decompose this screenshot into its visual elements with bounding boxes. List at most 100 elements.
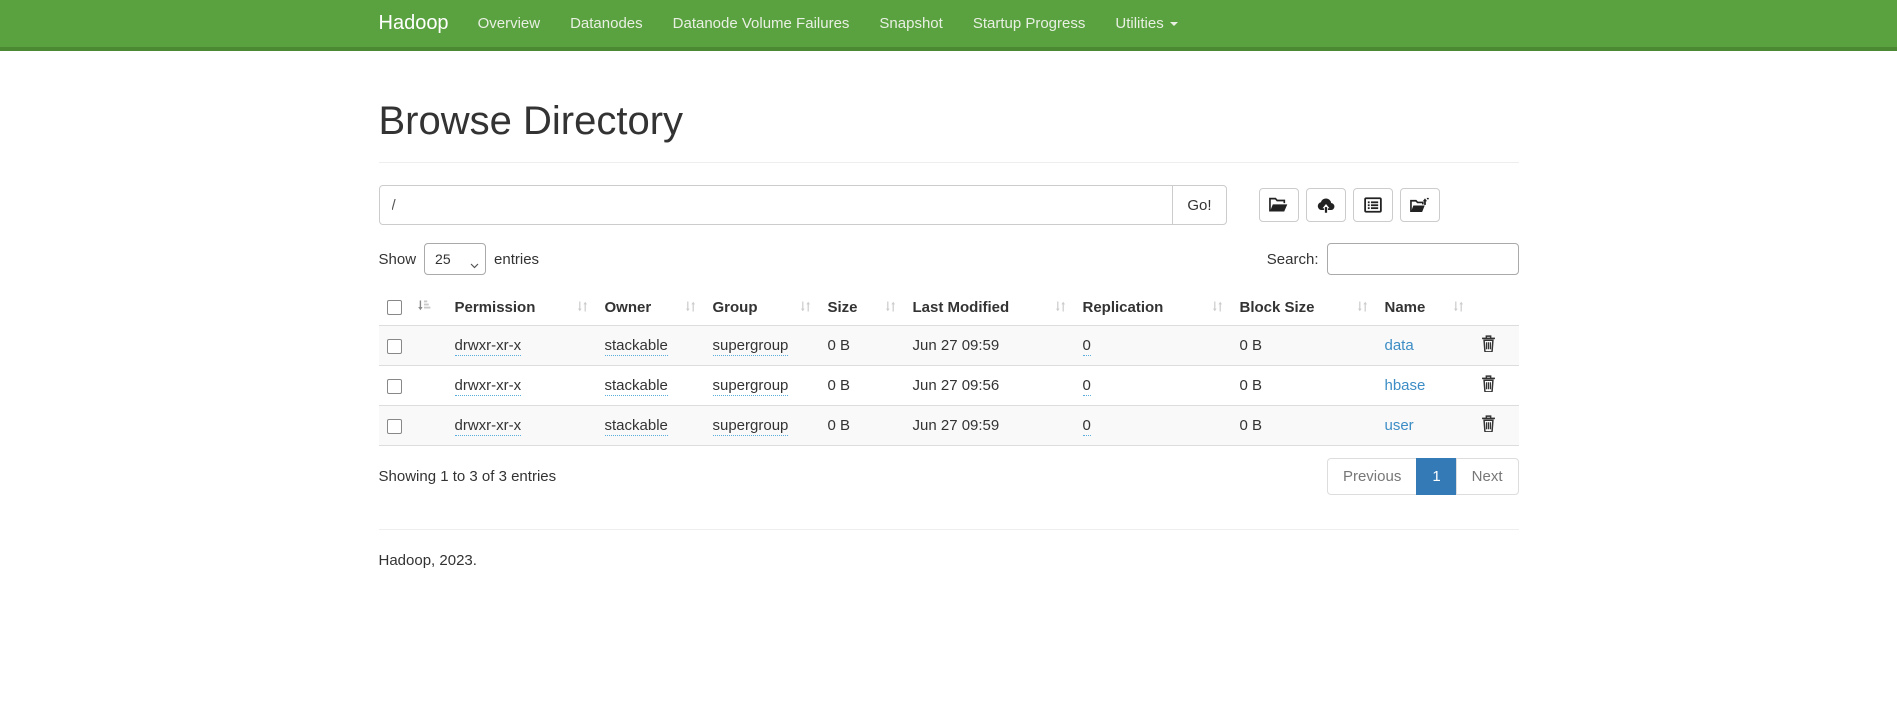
pagination: Previous 1 Next xyxy=(1327,458,1519,495)
folder-open-icon xyxy=(1269,197,1288,214)
delete-button[interactable] xyxy=(1481,415,1496,432)
entries-label: entries xyxy=(494,251,539,268)
trash-icon xyxy=(1481,415,1496,432)
row-checkbox[interactable] xyxy=(387,419,402,434)
sort-icon xyxy=(1356,300,1369,317)
sort-icon xyxy=(799,300,812,317)
nav-item-overview[interactable]: Overview xyxy=(463,0,556,47)
upload-file-button[interactable] xyxy=(1306,188,1346,222)
path-input-group: Go! xyxy=(379,185,1227,225)
show-label: Show xyxy=(379,251,417,268)
table-header-row: Permission Owner Group xyxy=(379,289,1519,326)
modified-value: Jun 27 09:56 xyxy=(913,377,1000,394)
page-1-button[interactable]: 1 xyxy=(1416,458,1456,495)
group-value[interactable]: supergroup xyxy=(713,417,789,436)
column-header-name[interactable]: Name xyxy=(1377,289,1473,326)
modified-value: Jun 27 09:59 xyxy=(913,337,1000,354)
table-info: Showing 1 to 3 of 3 entries xyxy=(379,468,557,485)
column-header-actions xyxy=(1473,289,1519,326)
row-checkbox[interactable] xyxy=(387,379,402,394)
search-label: Search: xyxy=(1267,251,1319,268)
delete-button[interactable] xyxy=(1481,375,1496,392)
column-label: Owner xyxy=(605,299,652,316)
utilities-label: Utilities xyxy=(1115,15,1163,32)
size-value: 0 B xyxy=(828,337,851,354)
column-header-replication[interactable]: Replication xyxy=(1075,289,1232,326)
move-button[interactable] xyxy=(1400,188,1440,222)
block-size-value: 0 B xyxy=(1240,377,1263,394)
nav-item-datanodes[interactable]: Datanodes xyxy=(555,0,658,47)
owner-value[interactable]: stackable xyxy=(605,337,668,356)
sort-icon xyxy=(576,300,589,317)
path-form: Go! xyxy=(379,185,1519,225)
size-value: 0 B xyxy=(828,417,851,434)
directory-path-input[interactable] xyxy=(379,185,1174,225)
divider xyxy=(379,162,1519,163)
block-size-value: 0 B xyxy=(1240,337,1263,354)
owner-value[interactable]: stackable xyxy=(605,417,668,436)
group-value[interactable]: supergroup xyxy=(713,377,789,396)
column-label: Block Size xyxy=(1240,299,1315,316)
search-input[interactable] xyxy=(1327,243,1519,275)
owner-value[interactable]: stackable xyxy=(605,377,668,396)
go-button[interactable]: Go! xyxy=(1172,185,1226,225)
table-row: drwxr-xr-x stackable supergroup 0 B Jun … xyxy=(379,366,1519,406)
select-all-header[interactable] xyxy=(379,289,447,326)
column-label: Name xyxy=(1385,299,1426,316)
select-all-checkbox[interactable] xyxy=(387,300,402,315)
column-label: Last Modified xyxy=(913,299,1010,316)
directory-action-buttons xyxy=(1259,185,1440,222)
caret-down-icon xyxy=(1170,22,1178,26)
column-header-block-size[interactable]: Block Size xyxy=(1232,289,1377,326)
nav-item-startup-progress[interactable]: Startup Progress xyxy=(958,0,1101,47)
column-header-size[interactable]: Size xyxy=(820,289,905,326)
replication-value[interactable]: 0 xyxy=(1083,377,1091,396)
permission-value[interactable]: drwxr-xr-x xyxy=(455,337,522,356)
sort-icon xyxy=(1211,300,1224,317)
brand-hadoop[interactable]: Hadoop xyxy=(379,12,449,35)
group-value[interactable]: supergroup xyxy=(713,337,789,356)
directory-link[interactable]: hbase xyxy=(1385,377,1426,394)
directory-table: Permission Owner Group xyxy=(379,289,1519,446)
column-label: Group xyxy=(713,299,758,316)
previous-page-button[interactable]: Previous xyxy=(1327,458,1417,495)
table-row: drwxr-xr-x stackable supergroup 0 B Jun … xyxy=(379,326,1519,366)
next-page-button[interactable]: Next xyxy=(1456,458,1519,495)
table-controls: Show 25 entries Search: xyxy=(379,243,1519,275)
delete-button[interactable] xyxy=(1481,335,1496,352)
replication-value[interactable]: 0 xyxy=(1083,417,1091,436)
top-navbar: Hadoop Overview Datanodes Datanode Volum… xyxy=(0,0,1897,51)
table-row: drwxr-xr-x stackable supergroup 0 B Jun … xyxy=(379,406,1519,446)
nav-item-datanode-volume-failures[interactable]: Datanode Volume Failures xyxy=(658,0,865,47)
column-header-group[interactable]: Group xyxy=(705,289,820,326)
block-size-value: 0 B xyxy=(1240,417,1263,434)
create-directory-button[interactable] xyxy=(1259,188,1299,222)
column-label: Size xyxy=(828,299,858,316)
column-header-last-modified[interactable]: Last Modified xyxy=(905,289,1075,326)
nav-item-utilities-dropdown[interactable]: Utilities xyxy=(1100,0,1192,47)
replication-value[interactable]: 0 xyxy=(1083,337,1091,356)
column-label: Permission xyxy=(455,299,536,316)
directory-link[interactable]: user xyxy=(1385,417,1414,434)
sort-icon xyxy=(884,300,897,317)
divider xyxy=(379,529,1519,530)
sort-icon xyxy=(1452,300,1465,317)
page-footer: Hadoop, 2023. xyxy=(379,552,1519,569)
paste-button[interactable] xyxy=(1353,188,1393,222)
column-header-owner[interactable]: Owner xyxy=(597,289,705,326)
column-header-permission[interactable]: Permission xyxy=(447,289,597,326)
page-size-select[interactable]: 25 xyxy=(424,243,486,275)
permission-value[interactable]: drwxr-xr-x xyxy=(455,417,522,436)
folder-transfer-icon xyxy=(1410,197,1429,214)
row-checkbox[interactable] xyxy=(387,339,402,354)
directory-link[interactable]: data xyxy=(1385,337,1414,354)
nav-item-snapshot[interactable]: Snapshot xyxy=(864,0,957,47)
sort-icon xyxy=(684,300,697,317)
sort-icon xyxy=(1054,300,1067,317)
footer-text: Hadoop, 2023. xyxy=(379,552,1519,569)
column-label: Replication xyxy=(1083,299,1164,316)
permission-value[interactable]: drwxr-xr-x xyxy=(455,377,522,396)
trash-icon xyxy=(1481,335,1496,352)
trash-icon xyxy=(1481,375,1496,392)
page-title: Browse Directory xyxy=(379,99,1519,144)
